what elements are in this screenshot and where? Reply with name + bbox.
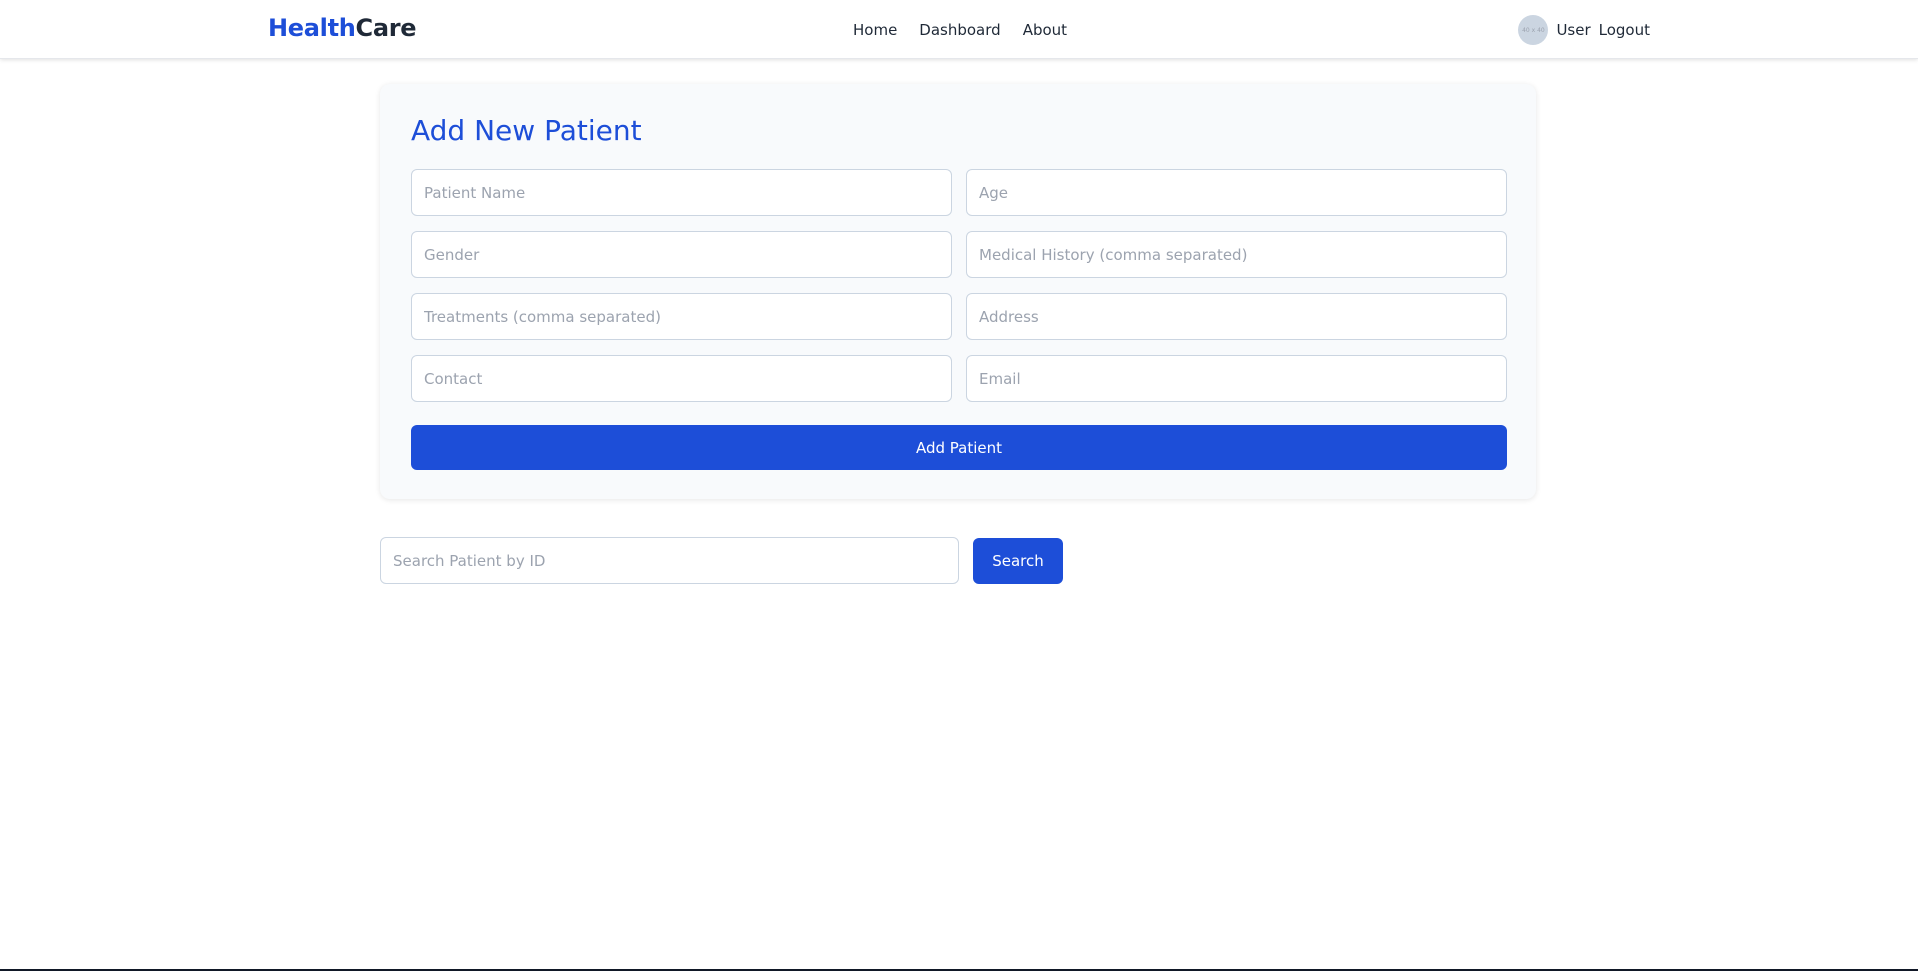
nav-about-link[interactable]: About bbox=[1023, 21, 1067, 39]
top-navbar: HealthCare Home Dashboard About 40 x 40 … bbox=[0, 0, 1918, 59]
brand-logo[interactable]: HealthCare bbox=[268, 14, 417, 42]
address-field[interactable] bbox=[966, 293, 1507, 340]
add-patient-button[interactable]: Add Patient bbox=[411, 425, 1507, 470]
treatments-field[interactable] bbox=[411, 293, 952, 340]
main-nav: Home Dashboard About bbox=[853, 21, 1067, 39]
add-patient-card: Add New Patient Add Patient bbox=[380, 84, 1536, 499]
email-field[interactable] bbox=[966, 355, 1507, 402]
brand-text-care: Care bbox=[355, 14, 417, 42]
search-button[interactable]: Search bbox=[973, 538, 1063, 584]
nav-dashboard-link[interactable]: Dashboard bbox=[919, 21, 1000, 39]
patient-name-field[interactable] bbox=[411, 169, 952, 216]
gender-field[interactable] bbox=[411, 231, 952, 278]
nav-home-link[interactable]: Home bbox=[853, 21, 897, 39]
contact-field[interactable] bbox=[411, 355, 952, 402]
avatar: 40 x 40 bbox=[1518, 15, 1549, 45]
brand-text-health: Health bbox=[268, 14, 356, 42]
search-patient-input[interactable] bbox=[380, 537, 959, 584]
logout-link[interactable]: Logout bbox=[1599, 21, 1650, 39]
medical-history-field[interactable] bbox=[966, 231, 1507, 278]
form-title: Add New Patient bbox=[411, 114, 642, 147]
user-area: 40 x 40 User Logout bbox=[1518, 15, 1650, 45]
user-label: User bbox=[1556, 21, 1591, 39]
age-field[interactable] bbox=[966, 169, 1507, 216]
